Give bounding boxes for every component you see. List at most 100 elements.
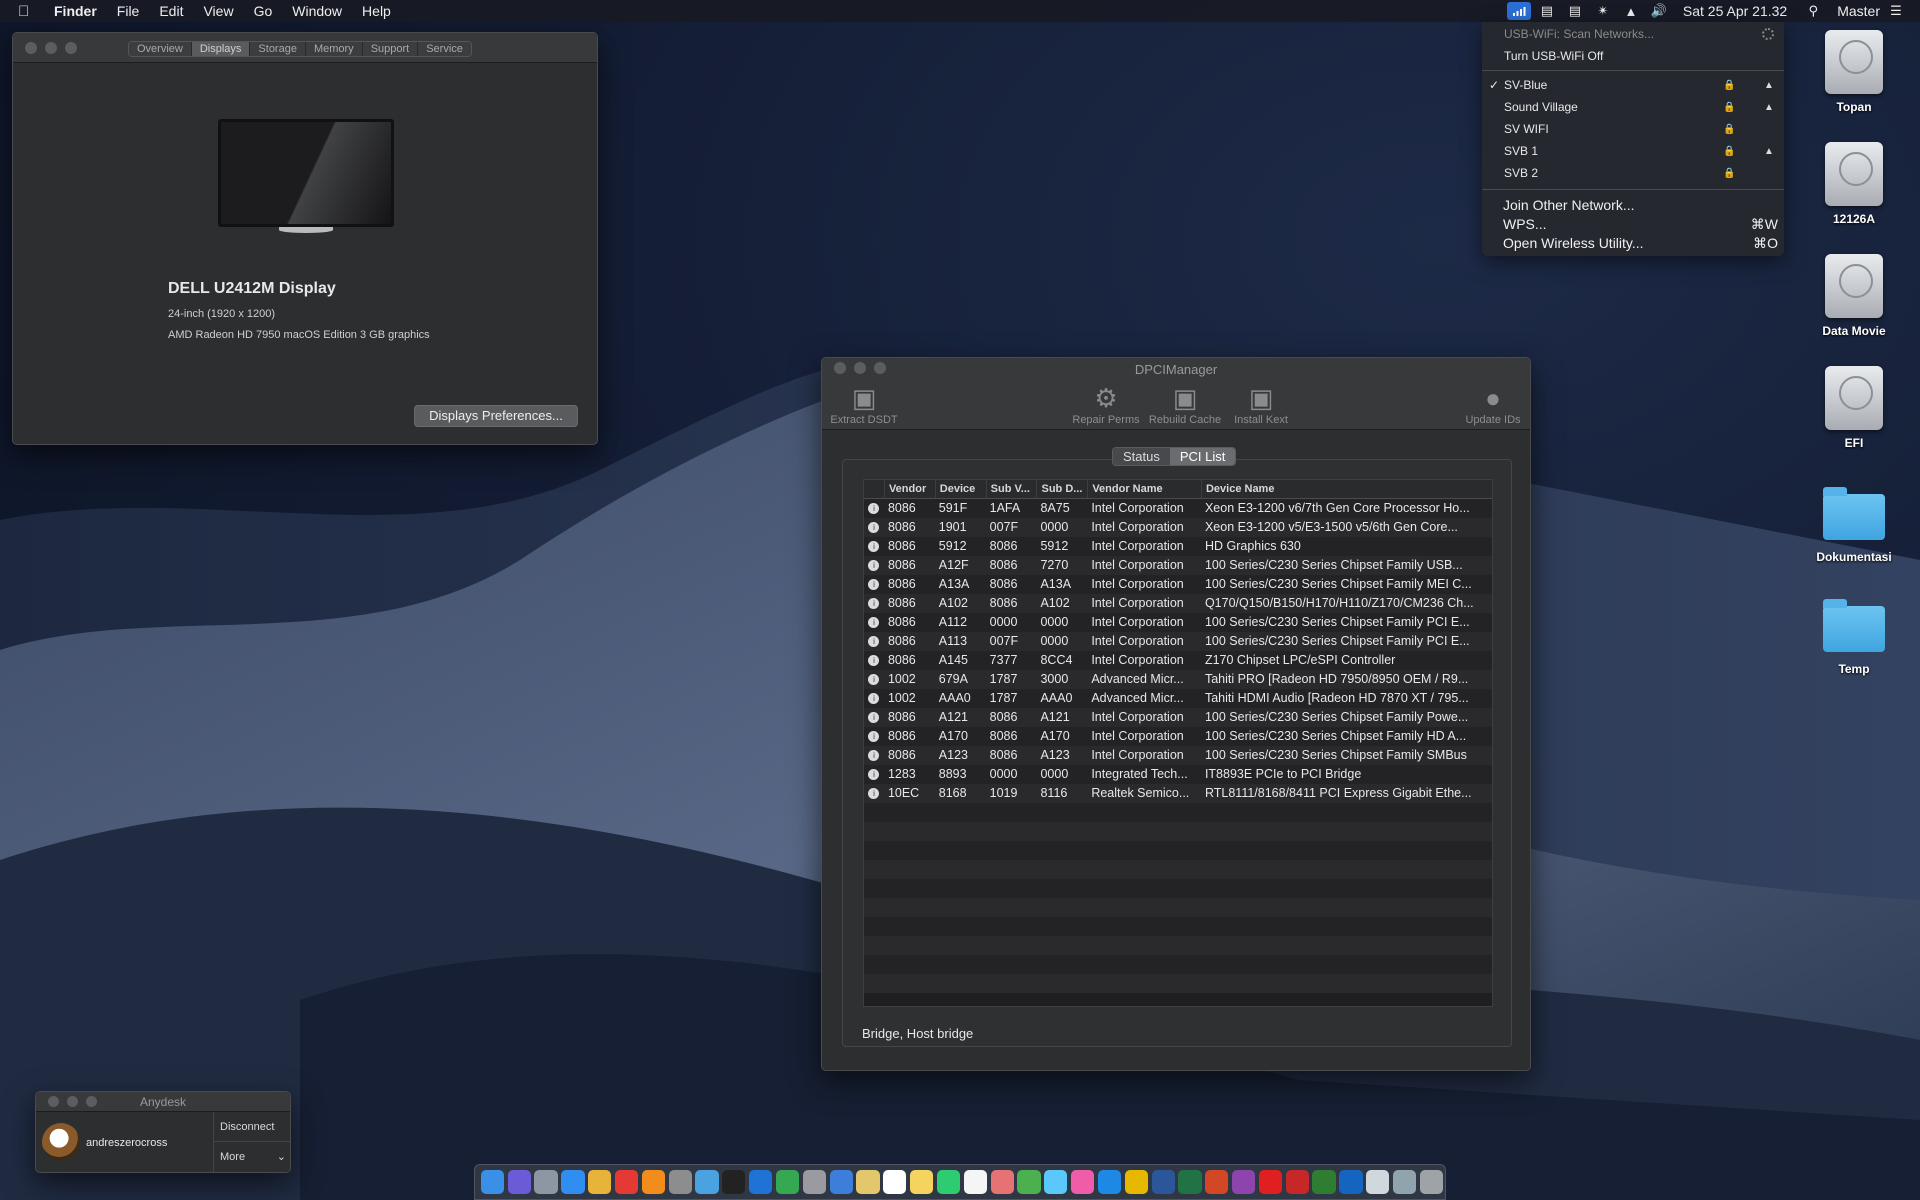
notes-icon[interactable] bbox=[856, 1170, 880, 1194]
appstore-icon[interactable] bbox=[1097, 1170, 1122, 1194]
column-header-vendor-name[interactable]: Vendor Name bbox=[1087, 480, 1201, 498]
tab-support[interactable]: Support bbox=[362, 42, 419, 56]
window-titlebar[interactable]: Overview Displays Storage Memory Support… bbox=[13, 33, 597, 63]
table-row[interactable]: i 8086 5912 8086 5912 Intel Corporation HD Gra… bbox=[864, 537, 1492, 556]
tab-displays[interactable]: Displays bbox=[191, 42, 251, 56]
textedit-icon[interactable] bbox=[963, 1170, 987, 1194]
menu-help[interactable]: Help bbox=[362, 3, 391, 19]
install-kext-button[interactable]: ▣ Install Kext bbox=[1226, 383, 1296, 427]
activity-icon[interactable]: ▤ bbox=[1563, 2, 1587, 20]
menu-go[interactable]: Go bbox=[254, 3, 273, 19]
chrome-icon[interactable] bbox=[588, 1170, 612, 1194]
user-menu[interactable]: Master bbox=[1837, 3, 1880, 19]
bluetooth-icon[interactable]: ✴ bbox=[1591, 2, 1615, 20]
table-row[interactable]: i 8086 A102 8086 A102 Intel Corporation Q170/Q… bbox=[864, 594, 1492, 613]
script-icon[interactable] bbox=[1366, 1170, 1390, 1194]
preview-icon[interactable] bbox=[695, 1170, 719, 1194]
notification-center-icon[interactable]: ☰ bbox=[1884, 2, 1908, 20]
column-header-sub-device[interactable]: Sub D... bbox=[1036, 480, 1087, 498]
column-header-device[interactable]: Device bbox=[934, 480, 986, 498]
window-titlebar[interactable]: Anydesk bbox=[36, 1092, 290, 1112]
segment-status[interactable]: Status bbox=[1113, 448, 1170, 465]
network-svb-1[interactable]: SVB 1 🔒 ▲ bbox=[1482, 141, 1784, 161]
join-other-network-item[interactable]: Join Other Network... bbox=[1482, 195, 1784, 215]
vlc-icon[interactable] bbox=[641, 1170, 665, 1194]
messages-icon[interactable] bbox=[1044, 1170, 1068, 1194]
table-row[interactable]: i 8086 A121 8086 A121 Intel Corporation 100 Se… bbox=[864, 708, 1492, 727]
tab-service[interactable]: Service bbox=[418, 42, 471, 56]
table-row[interactable]: i 8086 1901 007F 0000 Intel Corporation Xeon E… bbox=[864, 518, 1492, 537]
teamviewer-icon[interactable] bbox=[749, 1170, 773, 1194]
table-row[interactable]: i 1002 679A 1787 3000 Advanced Micr... Tahiti … bbox=[864, 670, 1492, 689]
trash-icon[interactable] bbox=[1419, 1170, 1444, 1194]
table-row[interactable]: i 8086 A112 0000 0000 Intel Corporation 100 Se… bbox=[864, 613, 1492, 632]
stack-icon[interactable]: ▤ bbox=[1535, 2, 1559, 20]
menu-edit[interactable]: Edit bbox=[159, 3, 183, 19]
spotlight-search-icon[interactable]: ⚲ bbox=[1801, 2, 1825, 20]
photo-icon[interactable] bbox=[1312, 1170, 1336, 1194]
network-svb-2[interactable]: SVB 2 🔒 bbox=[1482, 163, 1784, 183]
zoom-button[interactable] bbox=[65, 42, 77, 54]
disconnect-button[interactable]: Disconnect bbox=[213, 1112, 290, 1142]
tools-icon[interactable] bbox=[1124, 1170, 1148, 1194]
network-sv-blue[interactable]: ✓ SV-Blue 🔒 ▲ bbox=[1482, 75, 1784, 95]
column-header-sub-vendor[interactable]: Sub V... bbox=[985, 480, 1037, 498]
network-icon[interactable] bbox=[1339, 1170, 1363, 1194]
table-row[interactable]: i 1002 AAA0 1787 AAA0 Advanced Micr... Tahiti … bbox=[864, 689, 1492, 708]
open-wireless-utility-item[interactable]: Open Wireless Utility... ⌘O bbox=[1482, 233, 1784, 253]
wifi-toggle-item[interactable]: Turn USB-WiFi Off bbox=[1482, 46, 1784, 66]
tab-memory[interactable]: Memory bbox=[305, 42, 363, 56]
notepad-icon[interactable] bbox=[910, 1170, 934, 1194]
acrobat-icon[interactable] bbox=[1258, 1170, 1283, 1194]
airplay-icon[interactable]: ▲ bbox=[1619, 2, 1643, 20]
column-header-vendor[interactable]: Vendor bbox=[883, 480, 935, 498]
wps-item[interactable]: WPS... ⌘W bbox=[1482, 214, 1784, 234]
desktop-icon-data-movie[interactable]: Data Movie bbox=[1799, 254, 1909, 338]
table-row[interactable]: i 8086 A123 8086 A123 Intel Corporation 100 Se… bbox=[864, 746, 1492, 765]
table-row[interactable]: i 1283 8893 0000 0000 Integrated Tech... IT889… bbox=[864, 765, 1492, 784]
more-button[interactable]: More ⌄ bbox=[213, 1142, 290, 1172]
globe-icon[interactable] bbox=[775, 1170, 800, 1194]
menu-view[interactable]: View bbox=[203, 3, 233, 19]
table-row[interactable]: i 8086 A170 8086 A170 Intel Corporation 100 Se… bbox=[864, 727, 1492, 746]
table-row[interactable]: i 8086 A113 007F 0000 Intel Corporation 100 Se… bbox=[864, 632, 1492, 651]
table-row[interactable]: i 8086 A145 7377 8CC4 Intel Corporation Z170 C… bbox=[864, 651, 1492, 670]
table-row[interactable]: i 8086 A12F 8086 7270 Intel Corporation 100 Se… bbox=[864, 556, 1492, 575]
table-row[interactable]: i 8086 A13A 8086 A13A Intel Corporation 100 Se… bbox=[864, 575, 1492, 594]
installer-icon[interactable] bbox=[802, 1170, 826, 1194]
chrome2-icon[interactable] bbox=[1017, 1170, 1041, 1194]
word-icon[interactable] bbox=[1151, 1170, 1175, 1194]
menu-window[interactable]: Window bbox=[292, 3, 342, 19]
window-titlebar[interactable]: DPCIManager ▣ Extract DSDT ⚙ Repair Perm… bbox=[822, 358, 1530, 430]
powerpoint-icon[interactable] bbox=[1205, 1170, 1229, 1194]
facetime-icon[interactable] bbox=[936, 1170, 961, 1194]
desktop-icon-efi[interactable]: EFI bbox=[1799, 366, 1909, 450]
update-ids-button[interactable]: ● Update IDs bbox=[1460, 383, 1526, 427]
column-header-device-name[interactable]: Device Name bbox=[1200, 480, 1492, 498]
network-sv-wifi[interactable]: SV WIFI 🔒 bbox=[1482, 119, 1784, 139]
tab-storage[interactable]: Storage bbox=[250, 42, 306, 56]
clock[interactable]: Sat 25 Apr 21.32 bbox=[1683, 3, 1787, 19]
volume-icon[interactable]: 🔊 bbox=[1647, 2, 1671, 20]
podcast-icon[interactable] bbox=[1231, 1170, 1256, 1194]
photos-icon[interactable] bbox=[990, 1170, 1014, 1194]
extract-dsdt-button[interactable]: ▣ Extract DSDT bbox=[828, 383, 900, 427]
calendar-icon[interactable] bbox=[883, 1170, 907, 1194]
table-row[interactable]: i 8086 591F 1AFA 8A75 Intel Corporation Xeon E… bbox=[864, 499, 1492, 518]
close-button[interactable] bbox=[25, 42, 37, 54]
minimize-button[interactable] bbox=[45, 42, 57, 54]
music-icon[interactable] bbox=[1071, 1170, 1095, 1194]
finder-icon[interactable] bbox=[480, 1170, 505, 1194]
desktop-icon-topan[interactable]: Topan bbox=[1799, 30, 1909, 114]
terminal-icon[interactable] bbox=[722, 1170, 746, 1194]
rebuild-cache-button[interactable]: ▣ Rebuild Cache bbox=[1147, 383, 1223, 427]
youtube-icon[interactable] bbox=[614, 1170, 639, 1194]
menu-file[interactable]: File bbox=[117, 3, 140, 19]
segment-pci-list[interactable]: PCI List bbox=[1169, 448, 1236, 465]
settings-icon[interactable] bbox=[668, 1170, 692, 1194]
launchpad-icon[interactable] bbox=[534, 1170, 558, 1194]
apple-menu-icon[interactable]:  bbox=[18, 3, 36, 20]
desktop-icon-dokumentasi[interactable]: Dokumentasi bbox=[1799, 487, 1909, 564]
displays-preferences-button[interactable]: Displays Preferences... bbox=[414, 405, 578, 427]
network-sound-village[interactable]: Sound Village 🔒 ▲ bbox=[1482, 97, 1784, 117]
